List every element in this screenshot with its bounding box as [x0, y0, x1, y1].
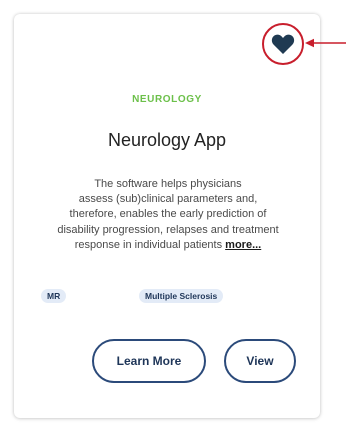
tag-multiple-sclerosis: Multiple Sclerosis [139, 289, 224, 303]
description-line: disability progression, relapses and tre… [57, 223, 279, 236]
annotation-arrow [305, 38, 346, 48]
view-button[interactable]: View [224, 339, 296, 383]
app-description: The software helps physicians assess (sub… [30, 177, 306, 253]
category-label: NEUROLOGY [132, 94, 202, 105]
tag-mr: MR [41, 289, 67, 303]
page: NEUROLOGY Neurology App The software hel… [0, 0, 346, 430]
description-line: The software helps physicians [94, 178, 242, 190]
learn-more-button[interactable]: Learn More [92, 339, 206, 383]
description-line: assess (sub)clinical parameters and, [78, 193, 258, 206]
favorite-button[interactable] [262, 23, 304, 65]
description-line: response in individual patients [74, 238, 223, 251]
app-title: Neurology App [107, 130, 227, 150]
description-line: therefore, enables the early prediction … [69, 208, 267, 221]
heart-icon [271, 34, 295, 54]
more-link[interactable]: more... [225, 239, 261, 251]
